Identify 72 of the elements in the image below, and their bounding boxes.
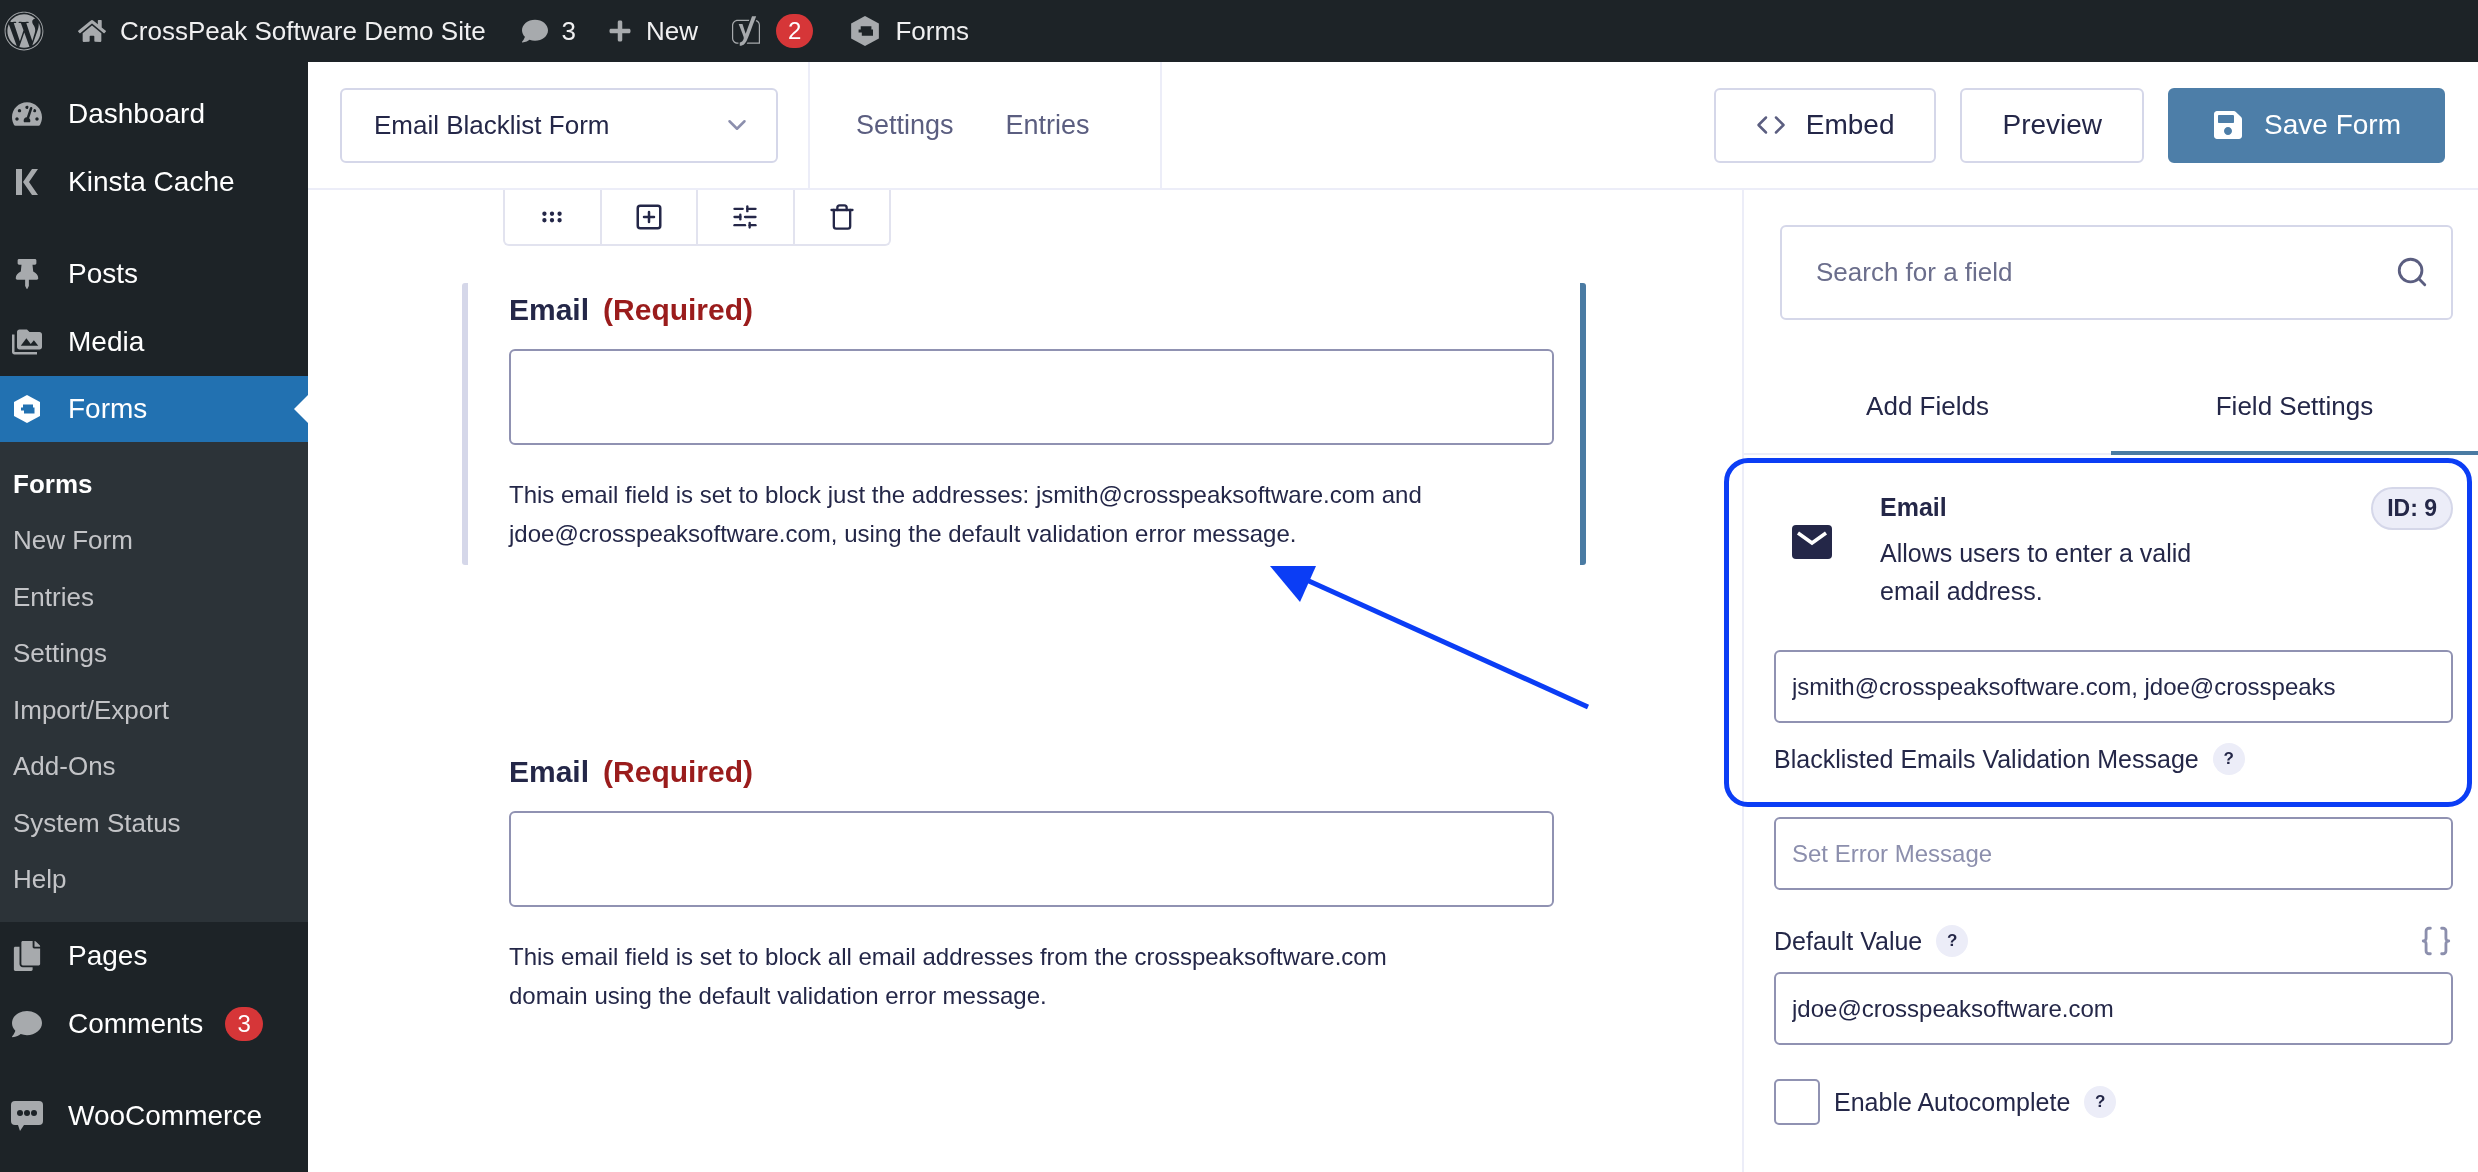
save-icon [2212, 109, 2245, 141]
field-description: This email field is set to block just the addresses: jsmith@crosspeaksoftware.com and jdoe@crosspeaksoftware.com, using the default validation error message. [509, 480, 1423, 549]
email-input[interactable] [509, 349, 1554, 445]
notification-badge: 2 [776, 14, 814, 48]
setting-label: Blacklisted Emails Validation Message [1774, 744, 2199, 774]
header-button[interactable]: Embed [1713, 87, 1937, 163]
autocomplete-checkbox[interactable] [1774, 1079, 1820, 1125]
help-icon[interactable]: ? [1936, 925, 1969, 957]
media-icon [12, 327, 42, 357]
submenu-item[interactable]: Entries [0, 569, 308, 626]
blacklist-input[interactable]: jsmith@crosspeaksoftware.com, jdoe@crosspeaks [1774, 650, 2453, 723]
default-value-input[interactable]: jdoe@crosspeaksoftware.com [1774, 972, 2453, 1045]
field-label: Email [509, 755, 590, 789]
form-field[interactable]: Email (Required) This email field is set to block just the addresses: jsmith@crosspeaksoftware.com and jdoe@crosspeaksoftware.com, using the default validation error message. [462, 283, 1586, 565]
email-input[interactable] [509, 811, 1554, 907]
sidebar-item[interactable]: Pages [0, 922, 308, 990]
yoast-logo-icon[interactable] [730, 15, 763, 47]
dashboard-gauge-icon [12, 99, 42, 129]
home-icon [78, 17, 106, 45]
envelope-icon [1792, 525, 1832, 559]
submenu-item[interactable]: System Status [0, 795, 308, 852]
submenu-item[interactable]: Help [0, 851, 308, 908]
header-button[interactable]: Preview [1960, 87, 2145, 163]
merge-tags-icon[interactable] [2419, 924, 2453, 958]
submenu-item[interactable]: Settings [0, 625, 308, 682]
wordpress-logo-icon[interactable] [4, 11, 44, 51]
forms-logo-icon [12, 394, 42, 424]
field-label: Email [509, 293, 590, 327]
comments-count[interactable]: 3 [561, 15, 577, 47]
header-link[interactable]: Entries [1005, 109, 1090, 141]
pages-icon [12, 941, 42, 971]
new-link[interactable]: New [646, 15, 699, 47]
kinsta-logo-icon [15, 168, 39, 196]
sidebar-item[interactable]: Media [0, 308, 308, 376]
error-message-input[interactable]: Set Error Message [1774, 817, 2453, 890]
field-type-description: Allows users to enter a valid email address. [1880, 538, 2193, 607]
sidebar-item[interactable]: WooCommerce [0, 1082, 308, 1150]
comment-icon [521, 18, 548, 44]
search-field[interactable]: Search for a field [1780, 225, 2453, 320]
setting-label: Default Value [1774, 926, 1923, 956]
site-name-link[interactable]: CrossPeak Software Demo Site [120, 15, 486, 47]
forms-link[interactable]: Forms [895, 15, 970, 47]
count-badge: 3 [225, 1007, 263, 1041]
required-label: (Required) [603, 755, 754, 789]
save-button[interactable]: Save Form [2168, 87, 2445, 163]
submenu-item[interactable]: New Form [0, 512, 308, 569]
sidebar-item[interactable]: Posts [0, 240, 308, 308]
sidebar-item[interactable]: Kinsta Cache [0, 148, 308, 216]
submenu-item[interactable]: Add-Ons [0, 738, 308, 795]
form-field[interactable]: Email (Required) This email field is set to block all email addresses from the crosspeaksoftware.com domain using the default validation error message. [462, 745, 1586, 1027]
panel-tab[interactable]: Field Settings [2111, 362, 2478, 455]
submenu-item[interactable]: Import/Export [0, 682, 308, 739]
sidebar-item[interactable]: Dashboard [0, 80, 308, 148]
form-select[interactable]: Email Blacklist Form [340, 87, 778, 163]
comment-icon [12, 1009, 42, 1039]
field-type-title: Email [1880, 493, 1948, 522]
forms-logo-icon [849, 15, 882, 47]
field-id-badge: ID: 9 [2371, 487, 2453, 530]
plus-icon [608, 19, 633, 43]
submenu-item[interactable]: Forms [0, 456, 308, 513]
search-icon [2395, 255, 2429, 289]
required-label: (Required) [603, 293, 754, 327]
help-icon[interactable]: ? [2212, 743, 2245, 775]
header-link[interactable]: Settings [856, 109, 954, 141]
checkbox-label: Enable Autocomplete [1834, 1087, 2071, 1117]
trash-icon[interactable] [827, 203, 856, 231]
sidebar-item[interactable]: Comments 3 [0, 990, 308, 1058]
field-description: This email field is set to block all email addresses from the crosspeaksoftware.com domain using the default validation error message. [509, 942, 1388, 1011]
panel-tab[interactable]: Add Fields [1744, 362, 2111, 455]
sidebar-item[interactable]: Forms [0, 376, 308, 442]
help-icon[interactable]: ? [2084, 1086, 2117, 1118]
sliders-icon[interactable] [731, 203, 760, 231]
